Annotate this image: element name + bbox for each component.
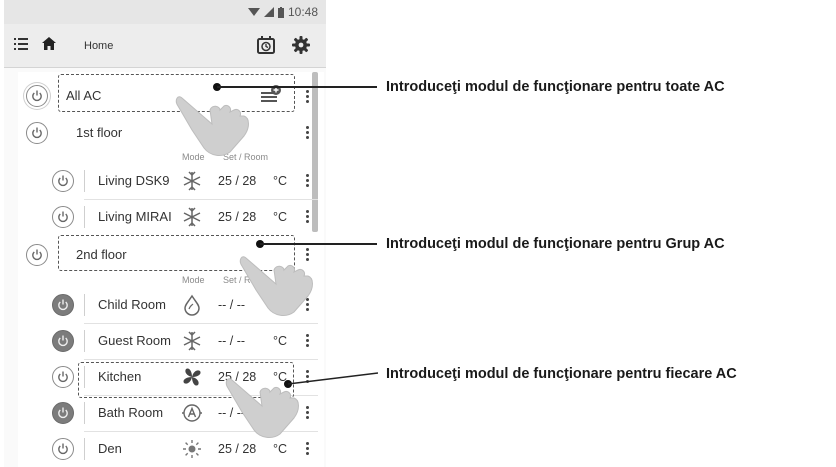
heat-mode-icon[interactable] bbox=[181, 170, 203, 192]
power-button-2nd-floor[interactable] bbox=[26, 244, 48, 266]
unit-name: Living MIRAI bbox=[98, 209, 172, 224]
power-button-unit[interactable] bbox=[52, 366, 74, 388]
power-icon bbox=[58, 407, 68, 419]
divider bbox=[84, 438, 85, 460]
power-icon bbox=[58, 371, 68, 383]
schedule-timer-icon[interactable] bbox=[257, 36, 275, 54]
power-icon bbox=[58, 299, 68, 311]
pointing-hand-icon bbox=[239, 256, 313, 316]
annotation-group-ac: Introduceţi modul de funcţionare pentru … bbox=[386, 236, 725, 252]
power-button-all-ac[interactable] bbox=[26, 85, 48, 107]
home-icon[interactable] bbox=[42, 37, 56, 50]
more-options-icon[interactable] bbox=[306, 174, 310, 188]
heat-mode-icon[interactable] bbox=[181, 206, 203, 228]
unit-row-living-dsk9[interactable]: Living DSK9 25 / 28 °C bbox=[18, 164, 318, 198]
power-button-1st-floor[interactable] bbox=[26, 122, 48, 144]
temperature-unit: °C bbox=[273, 442, 288, 456]
temperature-value: 25 / 28 bbox=[218, 442, 257, 456]
more-options-icon[interactable] bbox=[306, 126, 310, 140]
unit-name: Living DSK9 bbox=[98, 173, 170, 188]
status-icons: 10:48 bbox=[247, 5, 318, 19]
temperature-value: -- / -- bbox=[218, 334, 246, 348]
leader-line bbox=[260, 243, 377, 245]
divider bbox=[84, 206, 85, 228]
signal-icon bbox=[263, 7, 274, 17]
power-icon bbox=[58, 175, 68, 187]
status-time: 10:48 bbox=[287, 5, 318, 19]
power-button-unit[interactable] bbox=[52, 206, 74, 228]
divider bbox=[84, 402, 85, 424]
temperature-value: 25 / 28 bbox=[218, 174, 257, 188]
heat-mode-icon[interactable] bbox=[181, 330, 203, 352]
mode-column-header: Mode bbox=[182, 275, 205, 285]
more-options-icon[interactable] bbox=[306, 210, 310, 224]
power-icon bbox=[58, 335, 68, 347]
sun-mode-icon[interactable] bbox=[181, 438, 203, 460]
more-options-icon[interactable] bbox=[306, 334, 310, 348]
power-button-unit[interactable] bbox=[52, 294, 74, 316]
more-options-icon[interactable] bbox=[306, 90, 310, 104]
unit-row-guest-room[interactable]: Guest Room -- / -- °C bbox=[18, 324, 318, 358]
status-bar: 10:48 bbox=[4, 0, 326, 24]
group-row-1st-floor[interactable]: 1st floor bbox=[18, 118, 318, 148]
unit-name: Guest Room bbox=[98, 333, 171, 348]
leader-line bbox=[288, 372, 378, 385]
power-button-unit[interactable] bbox=[52, 438, 74, 460]
temperature-value: 25 / 28 bbox=[218, 210, 257, 224]
unit-name: Den bbox=[98, 441, 122, 456]
unit-name: Bath Room bbox=[98, 405, 164, 420]
battery-icon bbox=[277, 6, 284, 18]
page-title: Home bbox=[84, 40, 114, 52]
unit-row-living-mirai[interactable]: Living MIRAI 25 / 28 °C bbox=[18, 200, 318, 234]
more-options-icon[interactable] bbox=[306, 442, 310, 456]
power-icon bbox=[32, 127, 42, 139]
pointing-hand-icon bbox=[175, 96, 249, 156]
annotation-all-ac: Introduceţi modul de funcţionare pentru … bbox=[386, 79, 725, 95]
menu-icon[interactable] bbox=[14, 38, 28, 50]
dry-mode-icon[interactable] bbox=[181, 294, 203, 316]
power-icon bbox=[58, 211, 68, 223]
power-icon bbox=[58, 443, 68, 455]
power-button-unit[interactable] bbox=[52, 170, 74, 192]
divider bbox=[84, 294, 85, 316]
temperature-unit: °C bbox=[273, 174, 288, 188]
app-bar: Home bbox=[4, 24, 326, 68]
divider bbox=[84, 170, 85, 192]
power-button-unit[interactable] bbox=[52, 330, 74, 352]
temperature-unit: °C bbox=[273, 210, 288, 224]
group-label: 1st floor bbox=[76, 125, 123, 140]
divider bbox=[84, 330, 85, 352]
unit-name: Child Room bbox=[98, 297, 166, 312]
temperature-unit: °C bbox=[273, 334, 288, 348]
wifi-icon bbox=[247, 8, 260, 16]
phone-screen: 10:48 Home All AC 1st floor Mode Set / R… bbox=[4, 0, 326, 467]
auto-mode-icon[interactable] bbox=[181, 402, 203, 424]
annotation-each-ac: Introduceţi modul de funcţionare pentru … bbox=[386, 366, 737, 382]
power-button-unit[interactable] bbox=[52, 402, 74, 424]
power-icon bbox=[32, 249, 42, 261]
power-icon bbox=[32, 90, 42, 102]
gear-icon[interactable] bbox=[292, 36, 310, 54]
leader-line bbox=[217, 86, 377, 88]
